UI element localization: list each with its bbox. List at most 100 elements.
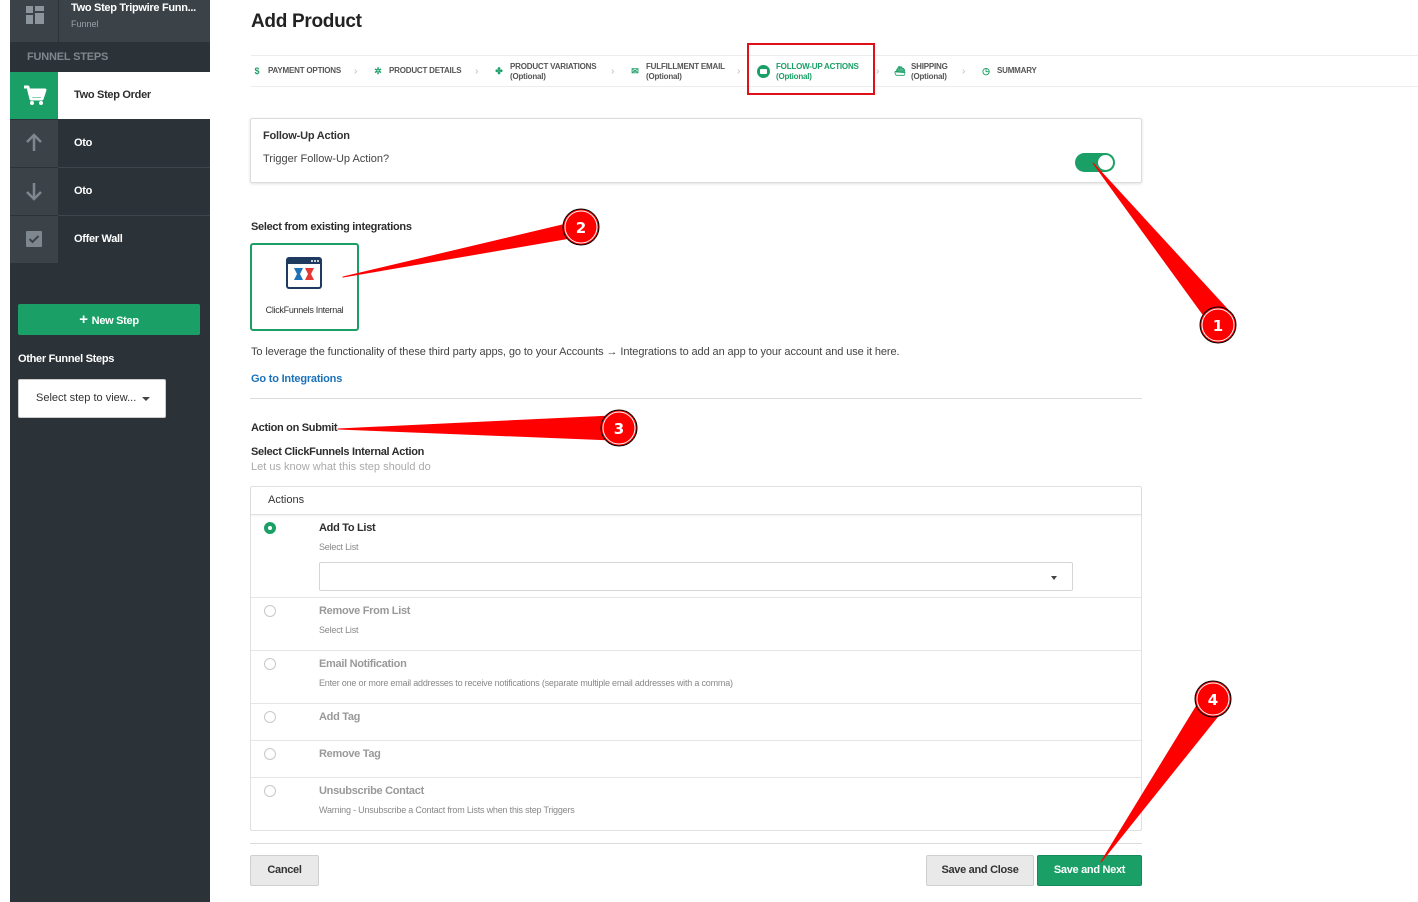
caret-down-icon	[1051, 576, 1057, 580]
integrations-heading: Select from existing integrations	[251, 221, 412, 233]
dollar-icon: $	[254, 66, 260, 76]
funnel-subtitle: Funnel	[71, 19, 99, 29]
cart-icon	[10, 72, 58, 119]
actions-header-label: Actions	[268, 494, 305, 506]
action-desc: Warning - Unsubscribe a Contact from Lis…	[319, 805, 575, 815]
step-select-dropdown[interactable]: Select step to view...	[18, 379, 166, 418]
wizard-step-label: SUMMARY	[997, 66, 1037, 75]
callout-number-3: 3	[614, 420, 624, 438]
caret-down-icon	[142, 397, 150, 401]
wizard-step-optional: (Optional)	[911, 71, 947, 81]
select-action-hint: Let us know what this step should do	[251, 461, 431, 473]
other-funnel-steps-label: Other Funnel Steps	[18, 353, 115, 365]
wizard-step-label: PRODUCT DETAILS	[389, 66, 462, 75]
callout-number-4: 4	[1208, 691, 1218, 709]
action-desc: Select List	[319, 542, 359, 552]
variations-icon: ✤	[495, 65, 503, 76]
action-row-remove-from-list[interactable]: Remove From List Select List	[251, 598, 1141, 651]
sidebar-step-label: Two Step Order	[74, 89, 151, 101]
sidebar-step-label: Oto	[74, 185, 93, 197]
arrow-up-icon	[10, 120, 58, 167]
active-step-highlight	[747, 43, 875, 95]
action-row-add-tag[interactable]: Add Tag	[251, 704, 1141, 741]
funnel-header[interactable]: Two Step Tripwire Funn... Funnel	[10, 0, 210, 42]
wizard-step-fulfillment-email[interactable]: ✉ FULFILLMENT EMAIL (Optional)	[629, 58, 725, 84]
sidebar-step-two-step-order[interactable]: Two Step Order	[10, 72, 210, 119]
action-title: Add Tag	[319, 711, 361, 723]
envelope-icon: ✉	[631, 65, 639, 76]
callout-number-1: 1	[1213, 317, 1223, 335]
chevron-right-icon: ›	[475, 66, 479, 77]
follow-up-card: Follow-Up Action Trigger Follow-Up Actio…	[250, 118, 1142, 183]
chevron-right-icon: ›	[876, 66, 880, 77]
action-row-unsubscribe-contact[interactable]: Unsubscribe Contact Warning - Unsubscrib…	[251, 778, 1141, 830]
list-select-dropdown[interactable]	[319, 562, 1073, 591]
action-title: Remove Tag	[319, 748, 381, 760]
funnel-steps-heading: FUNNEL STEPS	[27, 51, 109, 63]
action-desc: Enter one or more email addresses to rec…	[319, 678, 733, 688]
follow-up-heading: Follow-Up Action	[263, 130, 350, 142]
actions-table: Actions Add To List Select List Remove F…	[250, 486, 1142, 831]
wizard-step-product-details[interactable]: ✲ PRODUCT DETAILS	[372, 58, 461, 84]
sidebar-step-oto-2[interactable]: Oto	[10, 168, 210, 216]
actions-header: Actions	[251, 487, 1141, 515]
sidebar: Two Step Tripwire Funn... Funnel FUNNEL …	[10, 0, 210, 902]
checkbox-icon	[10, 216, 58, 263]
header-divider	[58, 0, 59, 42]
wizard-step-summary[interactable]: ◷ SUMMARY	[980, 58, 1037, 84]
funnel-title: Two Step Tripwire Funn...	[71, 2, 196, 14]
ship-icon: ⛴	[894, 65, 906, 76]
dashboard-icon	[26, 6, 44, 24]
go-to-integrations-link[interactable]: Go to Integrations	[251, 373, 342, 385]
page-title: Add Product	[251, 11, 362, 32]
action-row-email-notification[interactable]: Email Notification Enter one or more ema…	[251, 651, 1141, 704]
radio-icon[interactable]	[264, 785, 276, 797]
callout-badge-4: 4	[1194, 680, 1232, 718]
integration-card-clickfunnels[interactable]: ClickFunnels Internal	[250, 243, 359, 331]
wizard-step-shipping[interactable]: ⛴ SHIPPING (Optional)	[894, 58, 948, 84]
integration-name: ClickFunnels Internal	[265, 305, 344, 315]
action-title: Add To List	[319, 522, 376, 534]
callout-badge-3: 3	[600, 409, 638, 447]
wizard-step-optional: (Optional)	[646, 71, 682, 81]
callout-badge-1: 1	[1199, 306, 1237, 344]
action-title: Email Notification	[319, 658, 407, 670]
new-step-label: New Step	[91, 315, 139, 327]
sidebar-step-label: Oto	[74, 137, 93, 149]
clickfunnels-logo-icon	[286, 257, 322, 289]
action-row-add-to-list[interactable]: Add To List Select List	[251, 515, 1141, 598]
follow-up-toggle[interactable]	[1075, 153, 1115, 172]
sidebar-step-oto-1[interactable]: Oto	[10, 120, 210, 168]
select-action-label: Select ClickFunnels Internal Action	[251, 446, 425, 458]
save-and-close-button[interactable]: Save and Close	[926, 855, 1034, 886]
radio-icon[interactable]	[264, 658, 276, 670]
action-on-submit-heading: Action on Submit	[251, 422, 338, 434]
plus-icon: +	[79, 311, 88, 328]
radio-selected-icon[interactable]	[264, 522, 276, 534]
callout-number-2: 2	[576, 219, 586, 237]
chevron-right-icon: ›	[354, 66, 358, 77]
chevron-right-icon: ›	[962, 66, 966, 77]
follow-up-question: Trigger Follow-Up Action?	[263, 153, 390, 165]
sidebar-step-offer-wall[interactable]: Offer Wall	[10, 216, 210, 263]
radio-icon[interactable]	[264, 711, 276, 723]
left-gutter	[0, 0, 10, 902]
wizard-step-payment-options[interactable]: $ PAYMENT OPTIONS	[251, 58, 341, 84]
section-divider	[250, 398, 1142, 399]
save-and-next-button[interactable]: Save and Next	[1037, 855, 1142, 886]
wizard-step-optional: (Optional)	[510, 71, 546, 81]
action-desc: Select List	[319, 625, 359, 635]
gears-icon: ✲	[374, 65, 382, 76]
callout-arrow-3	[337, 415, 614, 441]
action-row-remove-tag[interactable]: Remove Tag	[251, 741, 1141, 778]
wizard-step-product-variations[interactable]: ✤ PRODUCT VARIATIONS (Optional)	[493, 58, 596, 84]
action-title: Unsubscribe Contact	[319, 785, 424, 797]
radio-icon[interactable]	[264, 605, 276, 617]
wizard-step-label: PAYMENT OPTIONS	[268, 66, 342, 75]
wizard-step-label: SHIPPING	[911, 61, 948, 71]
chevron-right-icon: ›	[737, 66, 741, 77]
footer-divider	[250, 843, 1142, 844]
new-step-button[interactable]: + New Step	[18, 304, 200, 335]
radio-icon[interactable]	[264, 748, 276, 760]
cancel-button[interactable]: Cancel	[250, 855, 319, 886]
